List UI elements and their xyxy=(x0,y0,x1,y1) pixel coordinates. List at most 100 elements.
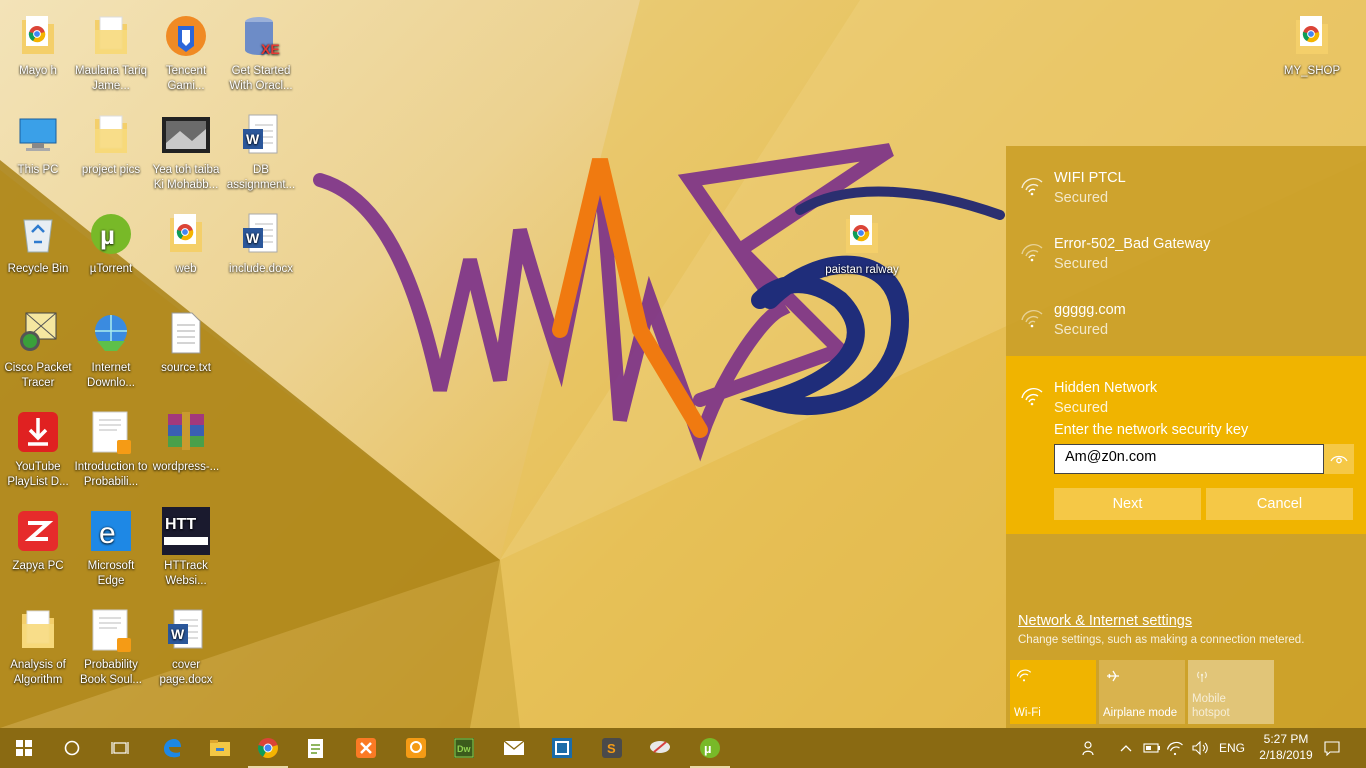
desktop-icon-label: YouTube PlayList D... xyxy=(7,461,69,488)
desktop-icon[interactable]: µ µTorrent xyxy=(73,206,149,302)
desktop-icon[interactable]: Introduction to Probabili... xyxy=(73,404,149,500)
taskbar-pdf-reader[interactable] xyxy=(392,728,440,768)
language-indicator[interactable]: ENG xyxy=(1219,728,1245,768)
task-view-button[interactable] xyxy=(96,728,144,768)
taskbar-edge[interactable] xyxy=(148,728,196,768)
desktop-icon[interactable]: Cisco Packet Tracer xyxy=(0,305,76,401)
taskbar-snipping[interactable] xyxy=(636,728,684,768)
desktop-icon[interactable]: Internet Downlo... xyxy=(73,305,149,401)
desktop-icon[interactable]: Mayo h xyxy=(0,8,76,104)
show-hidden-icons-button[interactable] xyxy=(1120,728,1136,768)
computer-icon xyxy=(14,111,62,159)
next-button[interactable]: Next xyxy=(1054,488,1201,520)
network-item-wifi-ptcl[interactable]: WIFI PTCL Secured xyxy=(1006,146,1366,212)
action-center-button[interactable] xyxy=(1324,728,1344,768)
taskbar-mail[interactable] xyxy=(490,728,538,768)
desktop-icon[interactable]: MY_SHOP xyxy=(1274,8,1350,104)
wifi-toggle[interactable]: Wi-Fi xyxy=(1010,660,1096,724)
svg-text:W: W xyxy=(246,131,260,147)
desktop-icon[interactable]: YouTube PlayList D... xyxy=(0,404,76,500)
people-button[interactable] xyxy=(1082,728,1104,768)
sublime-icon: S xyxy=(602,738,622,758)
desktop-icon-label: Tencent Gami... xyxy=(165,65,207,92)
security-key-input[interactable]: Am@z0n.com xyxy=(1054,444,1324,474)
desktop-icon[interactable]: Probability Book Soul... xyxy=(73,602,149,698)
tencent-gaming-icon xyxy=(162,12,210,60)
wifi-icon xyxy=(1016,669,1032,682)
taskbar-xampp[interactable] xyxy=(342,728,390,768)
network-status: Secured xyxy=(1054,400,1109,416)
volume-button[interactable] xyxy=(1192,728,1212,768)
svg-text:µ: µ xyxy=(100,220,115,250)
edge-icon: e xyxy=(87,507,135,555)
mobile-hotspot-label: Mobile hotspot xyxy=(1192,693,1230,719)
security-key-label: Enter the network security key xyxy=(1054,422,1249,438)
svg-text:S: S xyxy=(607,741,616,756)
wifi-tray-icon xyxy=(1166,741,1183,756)
network-status: Secured xyxy=(1054,190,1109,206)
word-doc-icon: W xyxy=(162,606,210,654)
start-button[interactable] xyxy=(0,728,48,768)
airplane-mode-toggle[interactable]: Airplane mode xyxy=(1099,660,1185,724)
desktop-icon-label: project pics xyxy=(81,164,141,176)
desktop-icon[interactable]: Maulana Tariq Jame... xyxy=(73,8,149,104)
battery-icon xyxy=(1143,743,1160,753)
winrar-icon xyxy=(162,408,210,456)
desktop-icon[interactable]: Zapya PC xyxy=(0,503,76,599)
cortana-button[interactable] xyxy=(48,728,96,768)
snipping-icon xyxy=(650,741,670,753)
wifi-signal-icon xyxy=(1021,243,1043,262)
desktop-icon[interactable]: Analysis of Algorithm xyxy=(0,602,76,698)
svg-text:Dw: Dw xyxy=(457,744,471,754)
folder-icon xyxy=(14,606,62,654)
taskbar: Dw S µ ENG 5:27 PM 2/18/2019 xyxy=(0,728,1366,768)
clock[interactable]: 5:27 PM 2/18/2019 xyxy=(1252,731,1320,763)
desktop-icon-label: Get Started With Oracl... xyxy=(229,65,293,92)
desktop-icon[interactable]: paistan ralway xyxy=(824,207,900,303)
reveal-password-button[interactable] xyxy=(1324,444,1354,474)
taskbar-notepad-plus[interactable] xyxy=(292,728,340,768)
network-item-ggggg[interactable]: ggggg.com Secured xyxy=(1006,278,1366,344)
battery-button[interactable] xyxy=(1143,728,1163,768)
desktop-icon[interactable]: Tencent Gami... xyxy=(148,8,224,104)
speaker-icon xyxy=(1192,741,1208,755)
utorrent-icon: µ xyxy=(87,210,135,258)
word-doc-icon: W xyxy=(237,111,285,159)
network-item-error-502[interactable]: Error-502_Bad Gateway Secured xyxy=(1006,212,1366,278)
desktop-icon[interactable]: Wcover page.docx xyxy=(148,602,224,698)
desktop-icon[interactable]: Yea toh taiba Ki Mohabb... xyxy=(148,107,224,203)
network-status: Secured xyxy=(1054,322,1109,338)
taskbar-app[interactable] xyxy=(538,728,586,768)
taskbar-file-explorer[interactable] xyxy=(196,728,244,768)
desktop-icon[interactable]: HTT HTTrack Websi... xyxy=(148,503,224,599)
taskbar-dreamweaver[interactable]: Dw xyxy=(440,728,488,768)
desktop-icon[interactable]: wordpress-... xyxy=(148,404,224,500)
desktop-icon[interactable]: web xyxy=(148,206,224,302)
taskbar-sublime[interactable]: S xyxy=(588,728,636,768)
taskbar-chrome[interactable] xyxy=(244,728,292,768)
httrack-icon: HTT xyxy=(162,507,210,555)
chrome-icon xyxy=(258,738,278,759)
desktop-icon-label: Zapya PC xyxy=(12,560,64,572)
desktop-icon-label: wordpress-... xyxy=(152,461,220,473)
network-tray-button[interactable] xyxy=(1166,728,1188,768)
text-file-icon xyxy=(162,309,210,357)
desktop-icon[interactable]: Recycle Bin xyxy=(0,206,76,302)
network-settings-link[interactable]: Network & Internet settings xyxy=(1018,613,1192,629)
desktop-icon[interactable]: source.txt xyxy=(148,305,224,401)
desktop-icon[interactable]: project pics xyxy=(73,107,149,203)
edge-icon xyxy=(164,739,181,758)
mobile-hotspot-toggle[interactable]: Mobile hotspot xyxy=(1188,660,1274,724)
desktop-icon[interactable]: Winclude.docx xyxy=(223,206,299,302)
desktop-icon-label: include.docx xyxy=(229,263,293,275)
clock-time: 5:27 PM xyxy=(1263,732,1309,746)
desktop-icon[interactable]: XE Get Started With Oracl... xyxy=(223,8,299,104)
cancel-button[interactable]: Cancel xyxy=(1206,488,1353,520)
desktop-icon[interactable]: This PC xyxy=(0,107,76,203)
oracle-xe-icon: XE xyxy=(237,12,285,60)
desktop-icon[interactable]: e Microsoft Edge xyxy=(73,503,149,599)
desktop-icon-label: This PC xyxy=(17,164,59,176)
network-item-hidden-network[interactable]: Hidden Network Secured Enter the network… xyxy=(1006,356,1366,534)
taskbar-utorrent[interactable]: µ xyxy=(686,728,734,768)
desktop-icon[interactable]: W DB assignment... xyxy=(223,107,299,203)
